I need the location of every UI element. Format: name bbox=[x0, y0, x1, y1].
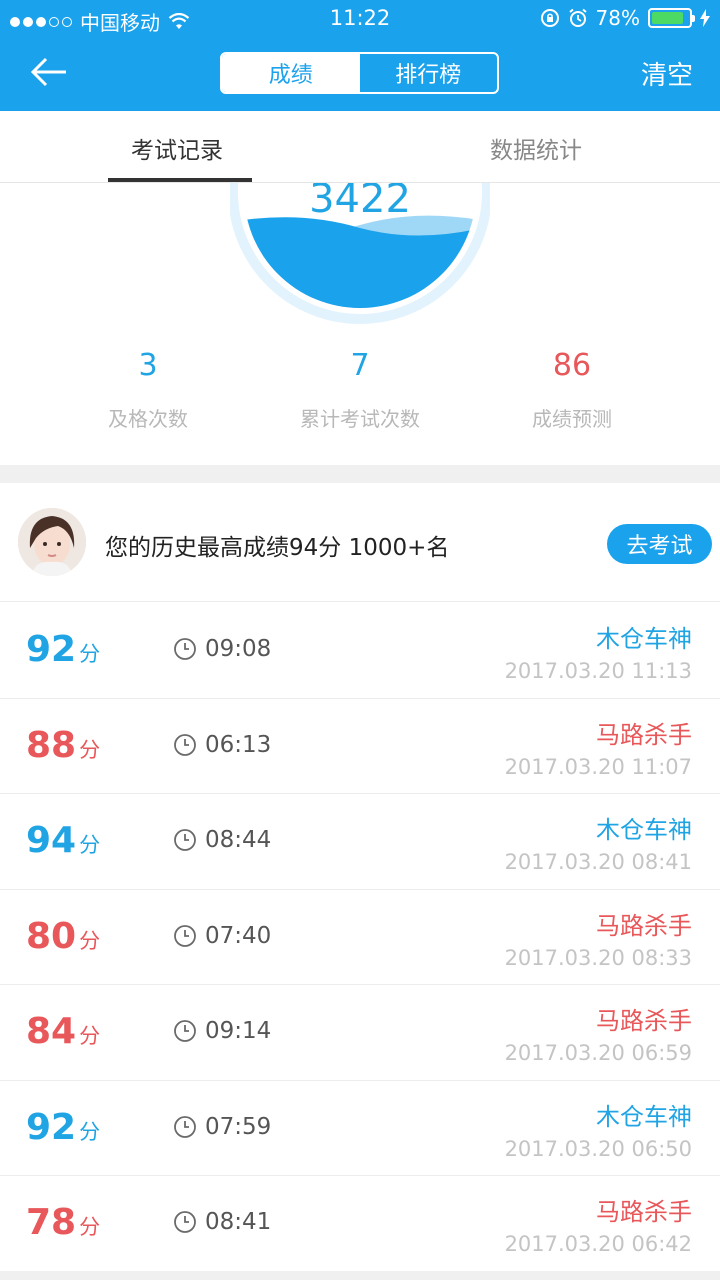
battery-percent: 78% bbox=[595, 6, 640, 30]
record-datetime: 2017.03.20 11:13 bbox=[504, 659, 692, 683]
record-datetime: 2017.03.20 06:50 bbox=[504, 1136, 692, 1161]
take-exam-button[interactable]: 去考试 bbox=[607, 524, 712, 564]
stat-exam-count: 7 累计考试次数 bbox=[240, 348, 480, 432]
record-duration-value: 09:08 bbox=[205, 636, 272, 662]
record-duration-value: 07:40 bbox=[205, 922, 272, 949]
table-row[interactable]: 94 分 08:44 木仓车神 2017.03.20 08:41 bbox=[0, 794, 720, 890]
best-score-text: 您的历史最高成绩94分 1000+名 bbox=[105, 535, 450, 561]
record-score-value: 94 bbox=[26, 820, 77, 861]
record-title: 马路杀手 bbox=[596, 720, 692, 749]
clock-icon bbox=[174, 1020, 196, 1042]
record-duration: 08:41 bbox=[173, 1209, 271, 1235]
record-score: 94 分 bbox=[26, 820, 100, 861]
app-header: 中国移动 11:22 78% 成绩 排行榜 清空 bbox=[0, 0, 720, 111]
status-bar: 中国移动 11:22 78% bbox=[0, 0, 720, 38]
record-score-unit: 分 bbox=[79, 642, 101, 666]
table-row[interactable]: 80 分 07:40 马路杀手 2017.03.20 08:33 bbox=[0, 890, 720, 985]
record-score: 88 分 bbox=[26, 725, 100, 766]
clock-icon bbox=[174, 733, 196, 756]
rotation-lock-icon bbox=[540, 9, 559, 27]
clock-icon bbox=[174, 1115, 196, 1138]
stat-value: 3 bbox=[138, 348, 158, 383]
record-duration: 07:59 bbox=[173, 1114, 271, 1140]
active-tab-indicator bbox=[108, 178, 252, 182]
record-score-unit: 分 bbox=[79, 928, 101, 953]
segmented-control: 成绩 排行榜 bbox=[220, 52, 499, 94]
clock-icon bbox=[174, 1211, 196, 1233]
back-arrow-icon bbox=[30, 57, 66, 87]
stat-pass-count: 3 及格次数 bbox=[28, 348, 268, 432]
record-duration: 07:40 bbox=[173, 923, 271, 949]
record-duration-value: 06:13 bbox=[205, 731, 272, 758]
record-duration: 06:13 bbox=[173, 732, 271, 758]
record-score-value: 88 bbox=[26, 724, 77, 766]
segment-score[interactable]: 成绩 bbox=[222, 54, 360, 92]
clock-icon bbox=[174, 829, 196, 851]
record-duration-value: 09:14 bbox=[205, 1018, 272, 1044]
record-duration-value: 07:59 bbox=[205, 1113, 272, 1140]
stat-label: 及格次数 bbox=[108, 407, 188, 431]
record-score-value: 92 bbox=[26, 1106, 77, 1148]
table-row[interactable]: 78 分 08:41 马路杀手 2017.03.20 06:42 bbox=[0, 1176, 720, 1272]
stat-value: 7 bbox=[350, 348, 370, 383]
record-score: 84 分 bbox=[26, 1011, 100, 1052]
clear-button[interactable]: 清空 bbox=[641, 55, 693, 92]
battery-icon bbox=[648, 8, 695, 28]
record-score-unit: 分 bbox=[79, 737, 101, 762]
record-duration: 09:08 bbox=[173, 636, 271, 662]
alarm-icon bbox=[568, 8, 587, 27]
record-score-value: 84 bbox=[26, 1011, 77, 1052]
record-score-value: 80 bbox=[26, 915, 77, 957]
record-score-value: 92 bbox=[26, 629, 77, 670]
record-score: 78 分 bbox=[26, 1202, 100, 1243]
tab-exam-records[interactable]: 考试记录 bbox=[131, 131, 223, 165]
record-datetime: 2017.03.20 08:41 bbox=[504, 850, 692, 874]
avatar bbox=[18, 508, 86, 576]
exam-record-list: 92 分 09:08 木仓车神 2017.03.20 11:13 88 分 06:13 马路杀手… bbox=[0, 603, 720, 1272]
clock-icon bbox=[174, 638, 196, 660]
record-duration-value: 08:41 bbox=[205, 1209, 272, 1235]
sub-tabs: 考试记录 数据统计 bbox=[0, 111, 720, 183]
record-datetime: 2017.03.20 06:59 bbox=[504, 1041, 692, 1065]
record-score: 92 分 bbox=[26, 629, 100, 670]
stat-score-prediction: 86 成绩预测 bbox=[452, 348, 692, 432]
table-row[interactable]: 92 分 09:08 木仓车神 2017.03.20 11:13 bbox=[0, 603, 720, 699]
charging-icon bbox=[700, 9, 710, 27]
record-duration-value: 08:44 bbox=[205, 827, 272, 853]
record-score-unit: 分 bbox=[79, 1119, 101, 1144]
table-row[interactable]: 92 分 07:59 木仓车神 2017.03.20 06:50 bbox=[0, 1081, 720, 1176]
record-title: 马路杀手 bbox=[596, 1007, 692, 1035]
record-score: 92 分 bbox=[26, 1107, 100, 1148]
record-title: 马路杀手 bbox=[596, 911, 692, 940]
best-score-row: 您的历史最高成绩94分 1000+名 去考试 bbox=[0, 484, 720, 602]
record-duration: 08:44 bbox=[173, 827, 271, 853]
record-title: 马路杀手 bbox=[596, 1198, 692, 1226]
record-datetime: 2017.03.20 08:33 bbox=[504, 945, 692, 970]
record-score-unit: 分 bbox=[79, 1215, 101, 1239]
back-button[interactable] bbox=[30, 52, 74, 92]
record-datetime: 2017.03.20 06:42 bbox=[504, 1232, 692, 1256]
stat-label: 成绩预测 bbox=[532, 407, 612, 431]
record-duration: 09:14 bbox=[173, 1018, 271, 1044]
record-score: 80 分 bbox=[26, 916, 100, 957]
record-title: 木仓车神 bbox=[596, 625, 692, 653]
section-divider bbox=[0, 465, 720, 483]
tab-data-statistics[interactable]: 数据统计 bbox=[490, 131, 582, 165]
segment-ranking[interactable]: 排行榜 bbox=[360, 54, 498, 92]
record-score-unit: 分 bbox=[79, 1024, 101, 1048]
table-row[interactable]: 84 分 09:14 马路杀手 2017.03.20 06:59 bbox=[0, 985, 720, 1081]
record-title: 木仓车神 bbox=[596, 1102, 692, 1131]
record-datetime: 2017.03.20 11:07 bbox=[504, 754, 692, 779]
stat-value: 86 bbox=[552, 348, 592, 383]
record-score-unit: 分 bbox=[79, 833, 101, 857]
table-row[interactable]: 88 分 06:13 马路杀手 2017.03.20 11:07 bbox=[0, 699, 720, 794]
bottom-divider bbox=[0, 1271, 720, 1280]
record-score-value: 78 bbox=[26, 1202, 77, 1243]
clock-icon bbox=[174, 924, 196, 947]
stat-label: 累计考试次数 bbox=[300, 407, 420, 431]
record-title: 木仓车神 bbox=[596, 816, 692, 844]
